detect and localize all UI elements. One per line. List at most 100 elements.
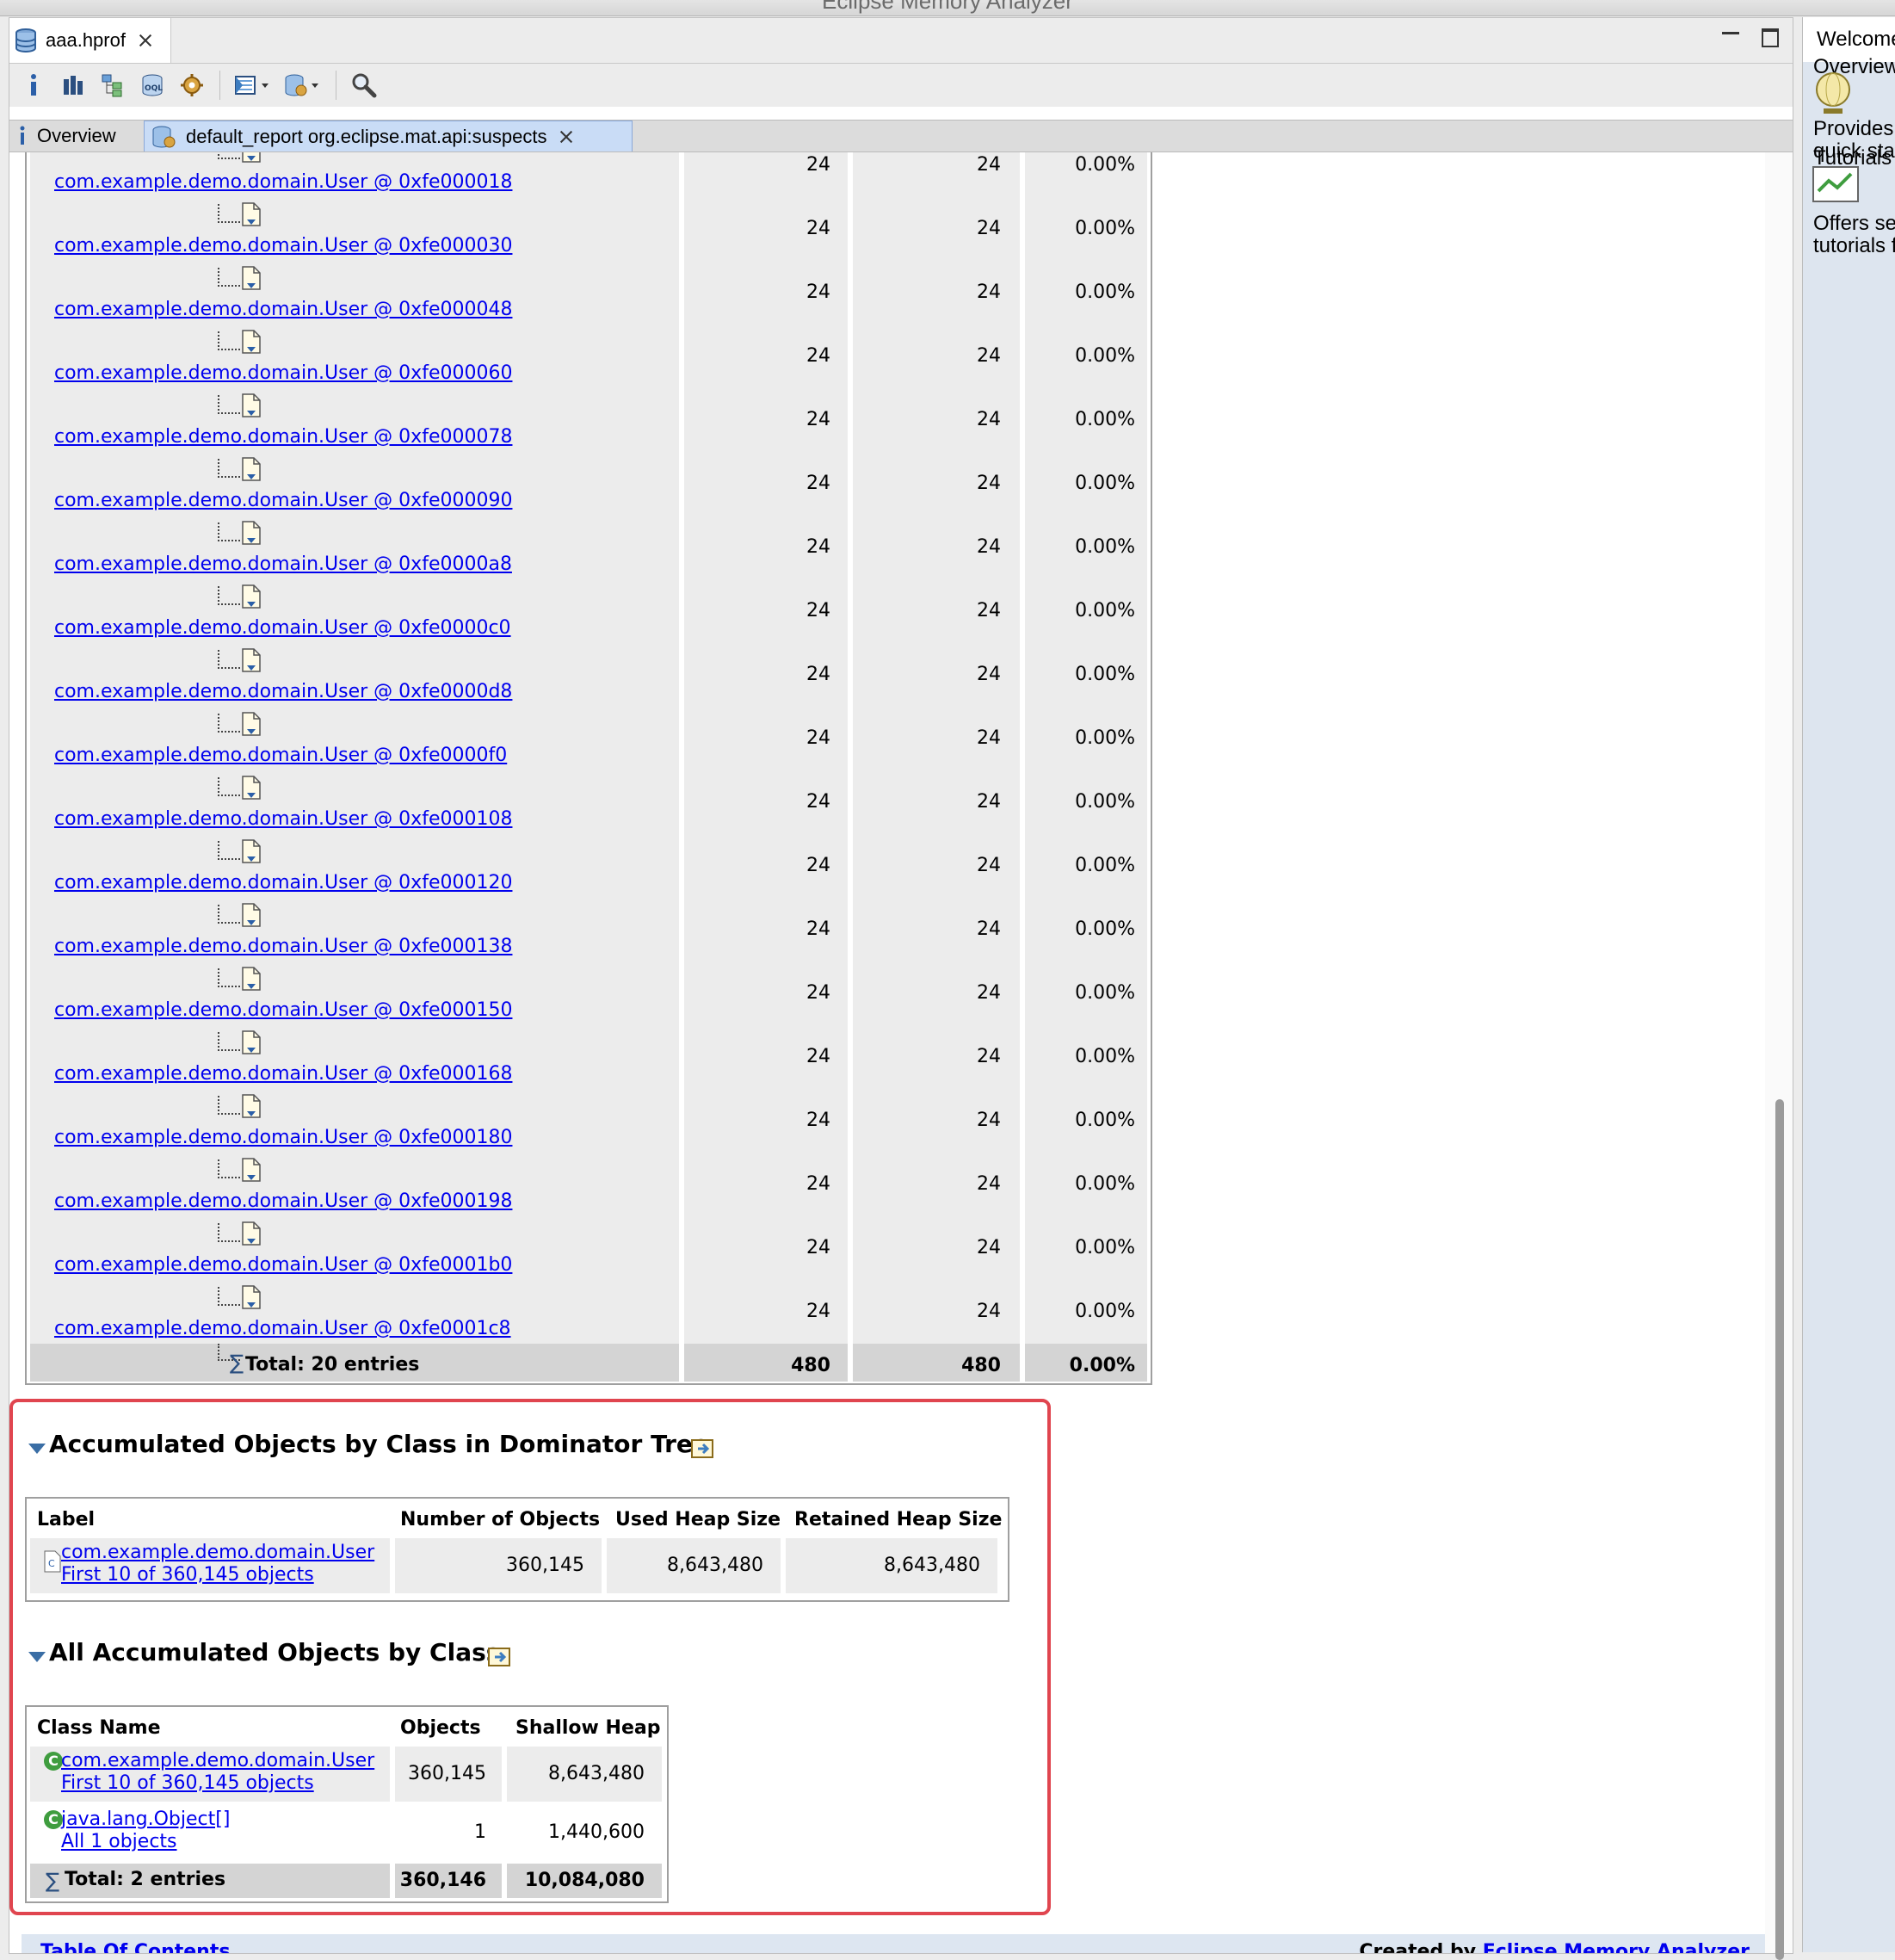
object-instance-icon bbox=[242, 266, 261, 290]
scrollbar-thumb[interactable] bbox=[1775, 1099, 1784, 1960]
vertical-scrollbar[interactable] bbox=[1765, 152, 1793, 1960]
objects-link[interactable]: First 10 of 360,145 objects bbox=[61, 1772, 314, 1794]
objects-link[interactable]: First 10 of 360,145 objects bbox=[61, 1564, 314, 1586]
table-cell: 0.00% bbox=[1025, 643, 1147, 707]
table-row: com.example.demo.domain.User @ 0xfe0001b… bbox=[27, 1216, 1151, 1280]
query-browser-icon[interactable] bbox=[232, 70, 274, 101]
collapse-triangle-icon[interactable] bbox=[28, 1652, 46, 1662]
objects-link[interactable]: All 1 objects bbox=[61, 1831, 177, 1852]
tutorial-chart-icon[interactable] bbox=[1812, 165, 1860, 205]
table-row: com.example.demo.domain.User @ 0xfe00001… bbox=[27, 152, 1151, 197]
table-cell: 0.00% bbox=[1025, 770, 1147, 834]
globe-icon[interactable] bbox=[1813, 71, 1853, 117]
tree-connector bbox=[218, 204, 240, 223]
object-link[interactable]: com.example.demo.domain.User @ 0xfe0001c… bbox=[54, 1318, 511, 1339]
eclipse-mat-link[interactable]: Eclipse Memory Analyzer bbox=[1483, 1941, 1750, 1953]
table-cell: com.example.demo.domain.User @ 0xfe00012… bbox=[30, 834, 679, 898]
object-link[interactable]: com.example.demo.domain.User @ 0xfe00018… bbox=[54, 1127, 512, 1148]
oql-icon[interactable]: OQL bbox=[137, 70, 168, 101]
class-link[interactable]: com.example.demo.domain.User bbox=[61, 1750, 374, 1771]
settings-gear-icon[interactable] bbox=[176, 70, 207, 101]
tree-connector bbox=[218, 522, 240, 541]
maximize-icon[interactable] bbox=[1762, 28, 1779, 47]
object-instance-icon bbox=[242, 202, 261, 226]
object-link[interactable]: com.example.demo.domain.User @ 0xfe00019… bbox=[54, 1190, 512, 1212]
table-cell: 0.00% bbox=[1025, 197, 1147, 261]
editor-toolbar: OQL bbox=[9, 64, 1793, 107]
table-cell: 0.00% bbox=[1025, 961, 1147, 1025]
report-icon bbox=[152, 126, 176, 147]
col-header-objects: Objects bbox=[400, 1717, 481, 1739]
object-link[interactable]: com.example.demo.domain.User @ 0xfe00003… bbox=[54, 235, 512, 257]
object-link[interactable]: com.example.demo.domain.User @ 0xfe00015… bbox=[54, 999, 512, 1021]
svg-text:C: C bbox=[48, 1558, 55, 1569]
object-link[interactable]: com.example.demo.domain.User @ 0xfe0000d… bbox=[54, 681, 512, 702]
table-cell: 0.00% bbox=[1025, 1025, 1147, 1089]
class-link[interactable]: java.lang.Object[] bbox=[61, 1809, 230, 1830]
object-link[interactable]: com.example.demo.domain.User @ 0xfe00010… bbox=[54, 808, 512, 830]
total-objects: 360,146 bbox=[395, 1864, 502, 1898]
object-link[interactable]: com.example.demo.domain.User @ 0xfe00006… bbox=[54, 362, 512, 384]
svg-text:OQL: OQL bbox=[145, 84, 163, 93]
table-cell: 24 bbox=[853, 197, 1020, 261]
table-cell: 24 bbox=[684, 1089, 848, 1153]
histogram-icon[interactable] bbox=[58, 70, 89, 101]
table-row: com.example.demo.domain.User @ 0xfe00006… bbox=[27, 325, 1151, 388]
table-cell: 24 bbox=[684, 834, 848, 898]
object-instance-icon bbox=[242, 584, 261, 609]
heap-dump-dropdown-icon[interactable] bbox=[282, 70, 324, 101]
tab-overview[interactable]: Overview bbox=[9, 121, 144, 151]
object-link[interactable]: com.example.demo.domain.User @ 0xfe0000f… bbox=[54, 745, 507, 766]
open-in-tab-icon[interactable] bbox=[488, 1645, 512, 1667]
object-link[interactable]: com.example.demo.domain.User @ 0xfe0001b… bbox=[54, 1254, 512, 1276]
created-by: Created by Eclipse Memory Analyzer bbox=[1359, 1941, 1750, 1953]
object-link[interactable]: com.example.demo.domain.User @ 0xfe00012… bbox=[54, 872, 512, 893]
table-cell: com.example.demo.domain.User @ 0xfe00001… bbox=[30, 152, 679, 197]
table-cell: 8,643,480 bbox=[786, 1538, 997, 1593]
object-link[interactable]: com.example.demo.domain.User @ 0xfe00016… bbox=[54, 1063, 512, 1085]
table-cell: 24 bbox=[684, 1280, 848, 1344]
section-title-all-objects: All Accumulated Objects by Class bbox=[49, 1638, 501, 1666]
table-cell: 480 bbox=[853, 1344, 1020, 1382]
table-row: com.example.demo.domain.User @ 0xfe00009… bbox=[27, 452, 1151, 516]
total-row: ∑ Total: 20 entries 480 480 0.00% bbox=[27, 1344, 1151, 1382]
class-link[interactable]: com.example.demo.domain.User bbox=[61, 1542, 374, 1563]
object-link[interactable]: com.example.demo.domain.User @ 0xfe00004… bbox=[54, 299, 512, 320]
table-cell: 8,643,480 bbox=[607, 1538, 781, 1593]
table-cell: 480 bbox=[684, 1344, 848, 1382]
col-header-shallow-heap: Shallow Heap bbox=[515, 1717, 661, 1739]
tab-default-report[interactable]: default_report org.eclipse.mat.api:suspe… bbox=[144, 121, 633, 151]
info-icon[interactable] bbox=[18, 70, 49, 101]
table-cell: 24 bbox=[853, 152, 1020, 197]
tree-connector bbox=[218, 777, 240, 796]
table-cell: 24 bbox=[853, 707, 1020, 770]
dominator-tree-icon[interactable] bbox=[97, 70, 128, 101]
close-icon[interactable] bbox=[559, 129, 574, 145]
object-link[interactable]: com.example.demo.domain.User @ 0xfe00009… bbox=[54, 490, 512, 511]
object-link[interactable]: com.example.demo.domain.User @ 0xfe0000c… bbox=[54, 617, 511, 639]
search-icon[interactable] bbox=[349, 70, 380, 101]
welcome-panel: Welcome Overview Provides quick sta Tuto… bbox=[1802, 17, 1895, 1952]
col-header-class-name: Class Name bbox=[37, 1717, 161, 1739]
object-link[interactable]: com.example.demo.domain.User @ 0xfe00001… bbox=[54, 171, 512, 193]
table-cell: 24 bbox=[684, 452, 848, 516]
object-link[interactable]: com.example.demo.domain.User @ 0xfe0000a… bbox=[54, 553, 512, 575]
object-link[interactable]: com.example.demo.domain.User @ 0xfe00013… bbox=[54, 936, 512, 957]
table-cell: 24 bbox=[684, 961, 848, 1025]
object-link[interactable]: com.example.demo.domain.User @ 0xfe00007… bbox=[54, 426, 512, 448]
window-titlebar: Eclipse Memory Analyzer bbox=[0, 0, 1895, 16]
table-of-contents-link[interactable]: Table Of Contents bbox=[40, 1941, 230, 1953]
close-icon[interactable] bbox=[138, 33, 153, 48]
editor-tab-aaa-hprof[interactable]: aaa.hprof bbox=[9, 18, 171, 63]
table-cell: 24 bbox=[853, 1216, 1020, 1280]
collapse-triangle-icon[interactable] bbox=[28, 1444, 46, 1454]
table-cell: 0.00% bbox=[1025, 1216, 1147, 1280]
editor-tabbar: aaa.hprof bbox=[9, 18, 1793, 64]
table-cell: 24 bbox=[684, 197, 848, 261]
table-cell: com.example.demo.domain.User @ 0xfe0000d… bbox=[30, 643, 679, 707]
open-in-tab-icon[interactable] bbox=[691, 1437, 715, 1459]
minimize-icon[interactable] bbox=[1722, 28, 1739, 46]
table-cell: 24 bbox=[853, 1153, 1020, 1216]
table-cell: com.example.demo.domain.User @ 0xfe00013… bbox=[30, 898, 679, 961]
table-cell: 360,145 bbox=[395, 1538, 602, 1593]
